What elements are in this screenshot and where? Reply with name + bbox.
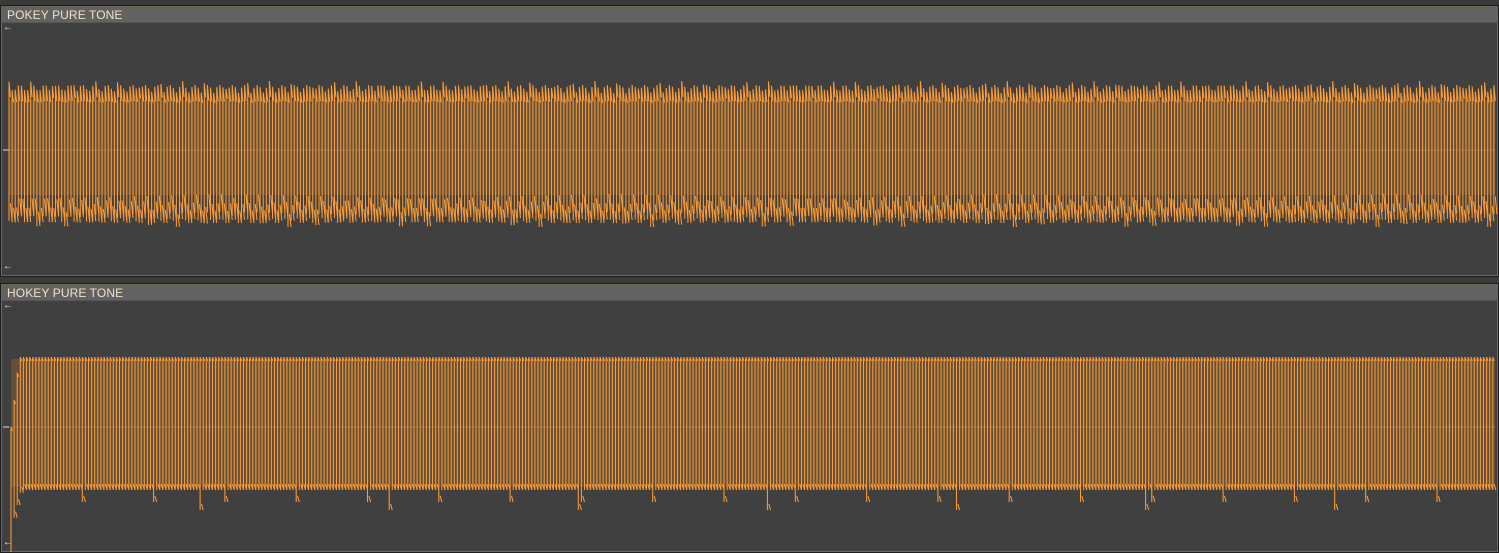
waveform-plot[interactable] (1, 6, 1498, 276)
waveform-plot[interactable] (1, 284, 1498, 552)
waveform-viewer: POKEY PURE TONE ← ← HOKEY PURE TONE ← ← (0, 0, 1499, 553)
track-hokey[interactable]: HOKEY PURE TONE ← ← (0, 283, 1499, 553)
waveform-path (8, 80, 1498, 228)
track-pokey[interactable]: POKEY PURE TONE ← ← (0, 5, 1499, 277)
